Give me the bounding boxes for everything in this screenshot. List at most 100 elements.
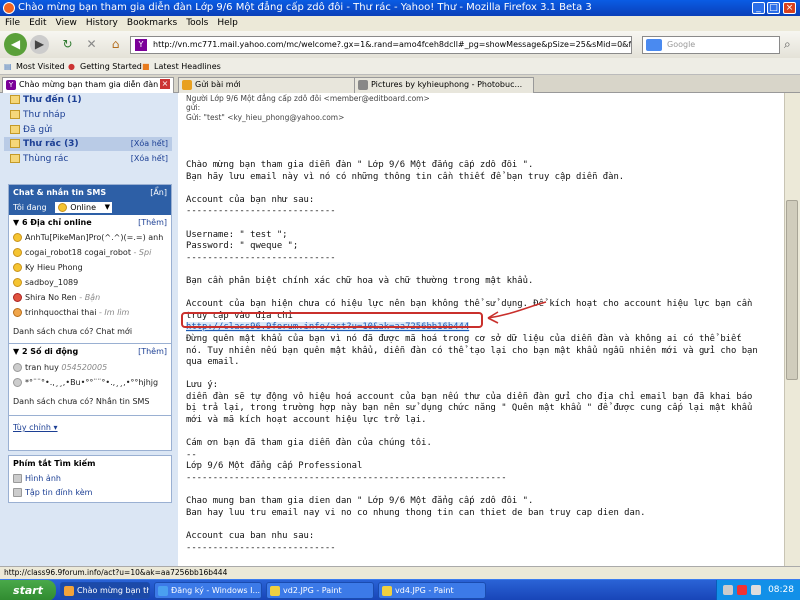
contact-item[interactable]: Shira No Ren - Bận [13,291,165,305]
shortcut-attachments[interactable]: Tập tin đính kèm [13,486,165,500]
search-placeholder: Google [667,40,696,49]
online-group-header[interactable]: ▼ 6 Địa chỉ online [13,218,92,227]
annotation-arrow-icon [487,301,547,324]
mobile-contact-item[interactable]: *°¨¨°•.,¸¸,•Bu•°°¨¨°•.,¸¸,•°°hjhjg [13,376,165,390]
tab-label: Pictures by kyhieuphong - Photobuc... [371,80,523,89]
trash-clear-link[interactable]: [Xóa hết] [131,154,168,163]
network-icon[interactable] [723,585,733,595]
bookmarks-toolbar: ▤ Most Visited ● Getting Started ■ Lates… [0,58,800,75]
menu-bookmarks[interactable]: Bookmarks [127,16,177,31]
status-text: http://class96.9forum.info/act?u=10&ak=a… [4,568,228,577]
menu-view[interactable]: View [56,16,77,31]
search-input[interactable]: Google [642,36,780,54]
photobucket-tab-icon [358,80,368,90]
navigation-toolbar: ◀ ▶ ↻ ✕ ⌂ Y http://vn.mc771.mail.yahoo.c… [0,31,800,58]
task-paint-vd4[interactable]: vd4.JPG - Paint [378,582,486,599]
maximize-button[interactable]: □ [767,2,780,14]
menu-tools[interactable]: Tools [186,16,208,31]
chat-options-link[interactable]: Tùy chỉnh ▾ [13,421,165,435]
back-arrow-icon[interactable]: ◀ [4,33,27,56]
contact-item[interactable]: sadboy_1089 [13,276,165,290]
task-ie[interactable]: Đăng ký - Windows I... [154,582,262,599]
tab-label: Chào mừng bạn tham gia diễn đàn ... [19,80,169,89]
task-firefox[interactable]: Chào mừng bạn tha... [60,582,150,599]
firefox-task-icon [64,586,74,596]
forward-arrow-icon[interactable]: ▶ [30,35,49,54]
new-sms-prompt[interactable]: Danh sách chưa có? Nhắn tin SMS [13,395,165,409]
chat-panel: Chat & nhắn tin SMS [Ẩn] Tôi đang Online… [8,184,172,451]
firefox-icon [3,2,15,14]
message-header: Người Lớp 9/6 Một đẳng cấp zdô đôi <memb… [186,93,784,123]
tab-label: Gửi bài mới [195,80,241,89]
taskbar: start Chào mừng bạn tha... Đăng ký - Win… [0,579,800,600]
spam-clear-link[interactable]: [Xóa hết] [131,139,168,148]
folder-inbox[interactable]: Thư đến (1) [10,93,82,107]
link-highlight-box [181,312,483,328]
contact-item[interactable]: AnhTu[PikeMan]Pro(^.^)(=.=) anh [13,231,165,245]
tab-new-post[interactable]: Gửi bài mới [178,77,358,93]
contact-item[interactable]: Ky Hieu Phong [13,261,165,275]
add-mobile-link[interactable]: [Thêm] [138,347,167,356]
spam-icon [10,139,20,148]
bookmark-latest-headlines[interactable]: Latest Headlines [154,58,221,75]
menu-edit[interactable]: Edit [29,16,46,31]
paint-task-icon [382,586,392,596]
bookmark-getting-started[interactable]: Getting Started [80,58,142,75]
contact-item[interactable]: trinhquocthai thai - Im lìm [13,306,165,320]
minimize-button[interactable]: _ [752,2,765,14]
system-tray: 08:28 [716,580,800,600]
most-visited-icon: ▤ [4,62,12,71]
shortcut-images[interactable]: Hình ảnh [13,472,165,486]
folder-sent[interactable]: Đã gửi [10,123,52,137]
mobile-contact-item[interactable]: tran huy 054520005 [13,361,165,375]
divider [9,415,171,416]
online-smiley-icon [13,263,22,272]
chat-hide-link[interactable]: [Ẩn] [150,185,167,200]
shortcuts-title: Phím tắt Tìm kiếm [13,459,96,468]
tab-yahoo-mail[interactable]: Y Chào mừng bạn tham gia diễn đàn ... × [2,77,174,93]
mobile-group-header[interactable]: ▼ 2 Số di động [13,347,78,356]
chevron-down-icon: ▼ [104,203,110,211]
url-text: http://vn.mc771.mail.yahoo.com/mc/welcom… [153,40,632,49]
scrollbar-thumb[interactable] [786,200,798,380]
drafts-icon [10,110,20,119]
menu-help[interactable]: Help [217,16,238,31]
google-engine-icon[interactable] [646,39,662,51]
message-to: Gửi: "test" <ky_hieu_phong@yahoo.com> [186,113,345,122]
yahoo-tab-icon: Y [6,80,16,90]
folder-drafts[interactable]: Thư nháp [10,108,65,122]
stop-icon[interactable]: ✕ [82,35,101,54]
folder-trash[interactable]: Thùng rác [10,152,68,166]
new-chat-prompt[interactable]: Danh sách chưa có? Chat mới [13,325,165,339]
forum-tab-icon [182,80,192,90]
menu-file[interactable]: File [5,16,20,31]
bookmark-most-visited[interactable]: Most Visited [16,58,65,75]
start-button[interactable]: start [0,580,56,600]
mobile-phone-icon [13,378,22,387]
task-paint-vd2[interactable]: vd2.JPG - Paint [266,582,374,599]
status-dropdown[interactable]: Online ▼ [55,202,112,213]
search-go-icon[interactable]: ⌕ [784,37,791,52]
message-body-top: Chào mừng bạn tham gia diễn đàn " Lớp 9/… [186,160,753,321]
status-row: Tôi đang Online ▼ [9,200,171,215]
message-body: Chào mừng bạn tham gia diễn đàn " Lớp 9/… [186,160,786,566]
bookmark-star-icon[interactable]: ☆ [620,37,627,53]
home-icon[interactable]: ⌂ [106,35,125,54]
tab-close-icon[interactable]: × [160,79,170,89]
antivirus-icon[interactable] [737,585,747,595]
tab-photobucket[interactable]: Pictures by kyhieuphong - Photobuc... [354,77,534,93]
idle-smiley-icon [13,308,22,317]
add-contact-link[interactable]: [Thêm] [138,218,167,227]
attachment-icon [13,488,22,497]
reload-icon[interactable]: ↻ [58,35,77,54]
url-bar[interactable]: Y http://vn.mc771.mail.yahoo.com/mc/welc… [130,36,632,54]
online-status-icon [58,203,68,212]
clock[interactable]: 08:28 [768,585,794,595]
search-shortcuts-panel: Phím tắt Tìm kiếm Hình ảnh Tập tin đính … [8,455,172,503]
close-button[interactable]: × [783,2,796,14]
contact-item[interactable]: cogai_robot18 cogai_robot - Spi [13,246,165,260]
volume-icon[interactable] [751,585,761,595]
menu-history[interactable]: History [86,16,118,31]
image-icon [13,474,22,483]
mail-sidebar: Thư đến (1) Thư nháp Đã gửi Thư rác (3) … [0,93,178,566]
